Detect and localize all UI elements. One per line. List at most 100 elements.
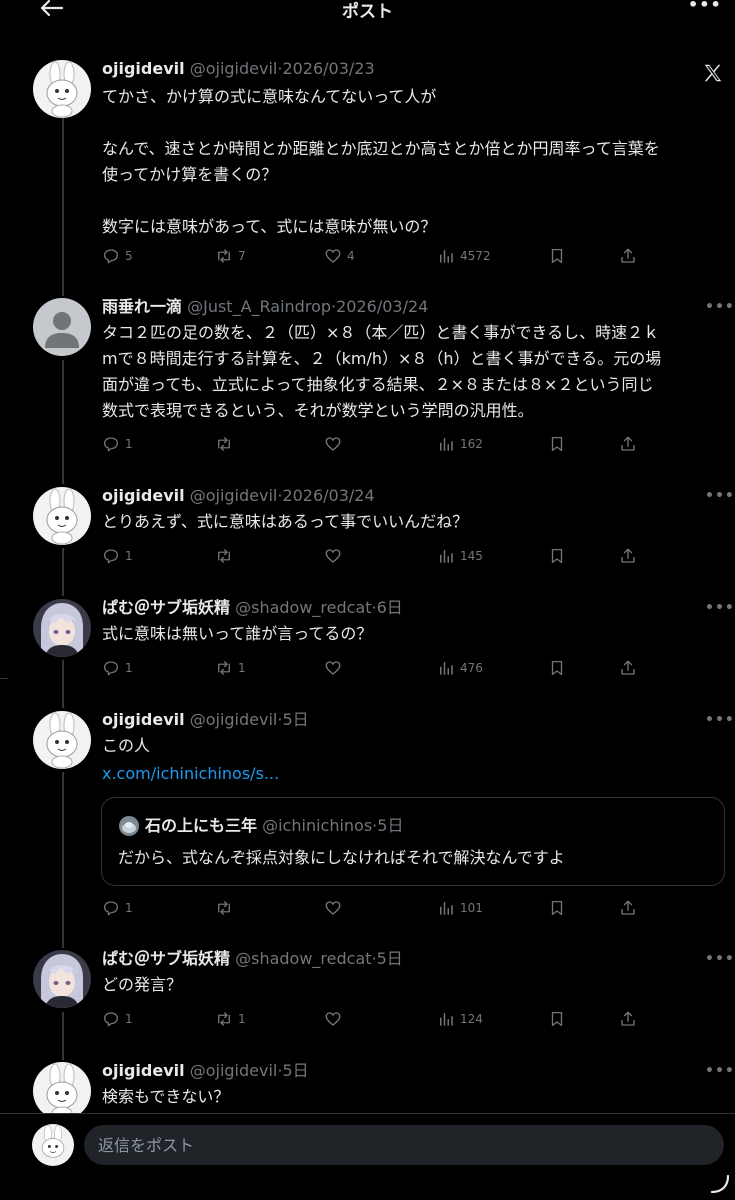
reply-button[interactable]: 1 [102, 658, 133, 678]
resize-handle-icon[interactable] [708, 1172, 732, 1196]
avatar[interactable] [33, 60, 91, 118]
more-horizontal-icon[interactable]: ••• [705, 601, 735, 615]
post-date[interactable]: 2026/03/24 [336, 297, 428, 316]
view-count: 124 [460, 1012, 483, 1026]
avatar[interactable] [33, 298, 91, 356]
heart-icon [325, 249, 341, 263]
display-name[interactable]: ojigidevil [102, 486, 185, 505]
like-button[interactable] [324, 546, 347, 566]
share-icon [621, 548, 635, 563]
share-button[interactable] [619, 246, 637, 266]
x-logo-icon [704, 64, 722, 82]
repost-button[interactable]: 1 [215, 658, 246, 678]
post-actions: 1 145 [102, 546, 662, 566]
avatar[interactable] [33, 487, 91, 545]
user-handle[interactable]: @Just_A_Raindrop [187, 297, 331, 316]
bookmark-icon [551, 436, 563, 452]
reply-count: 1 [125, 437, 133, 451]
reply-input[interactable] [84, 1125, 724, 1165]
avatar[interactable] [33, 1062, 91, 1120]
display-name[interactable]: 雨垂れ一滴 [102, 297, 182, 316]
repost-count: 1 [238, 661, 246, 675]
bookmark-button[interactable] [548, 246, 566, 266]
like-button[interactable] [324, 1009, 347, 1029]
post-date[interactable]: 5日 [377, 949, 403, 968]
quoted-post[interactable]: 石の上にも三年 @ichinichinos·5日 だから、式なんぞ採点対象にしな… [101, 797, 725, 886]
reply-icon [103, 437, 119, 452]
post-date[interactable]: 5日 [282, 710, 308, 729]
reply-button[interactable]: 1 [102, 434, 133, 454]
reply-button[interactable]: 1 [102, 1009, 133, 1029]
reply-count: 1 [125, 661, 133, 675]
views-button[interactable]: 124 [437, 1009, 483, 1029]
views-button[interactable]: 162 [437, 434, 483, 454]
more-horizontal-icon[interactable]: ••• [705, 300, 735, 314]
user-handle[interactable]: @ojigidevil [190, 710, 278, 729]
display-name[interactable]: ぱむ＠サブ垢妖精 [102, 598, 230, 617]
user-handle[interactable]: @shadow_redcat [235, 598, 371, 617]
post-date[interactable]: 6日 [377, 598, 403, 617]
current-user-avatar[interactable] [32, 1124, 74, 1166]
post-date[interactable]: 2026/03/23 [282, 59, 374, 78]
repost-button[interactable] [215, 546, 238, 566]
repost-button[interactable]: 7 [215, 246, 246, 266]
like-button[interactable] [324, 898, 347, 918]
quote-avatar[interactable] [119, 816, 139, 836]
thread-line [62, 548, 64, 596]
user-handle[interactable]: @ojigidevil [190, 59, 278, 78]
stone-avatar-icon [119, 816, 139, 836]
views-button[interactable]: 101 [437, 898, 483, 918]
share-button[interactable] [619, 658, 637, 678]
more-horizontal-icon[interactable]: ••• [705, 713, 735, 727]
more-horizontal-icon[interactable]: ••• [705, 1064, 735, 1078]
bookmark-button[interactable] [548, 658, 566, 678]
post-text: この人 [102, 736, 151, 755]
share-button[interactable] [619, 1009, 637, 1029]
repost-button[interactable]: 1 [215, 1009, 246, 1029]
display-name[interactable]: ぱむ＠サブ垢妖精 [102, 949, 230, 968]
bookmark-button[interactable] [548, 1009, 566, 1029]
avatar[interactable] [33, 711, 91, 769]
reply-composer-bar [0, 1113, 735, 1200]
bookmark-button[interactable] [548, 898, 566, 918]
user-handle[interactable]: @shadow_redcat [235, 949, 371, 968]
like-button[interactable]: 4 [324, 246, 355, 266]
share-button[interactable] [619, 898, 637, 918]
thread-line [62, 360, 64, 484]
avatar[interactable] [33, 599, 91, 657]
thread-line [62, 660, 64, 708]
reply-button[interactable]: 1 [102, 546, 133, 566]
bookmark-button[interactable] [548, 434, 566, 454]
more-horizontal-icon[interactable]: ••• [705, 489, 735, 503]
post-link[interactable]: x.com/ichinichinos/s... [102, 761, 279, 787]
user-handle[interactable]: @ojigidevil [190, 486, 278, 505]
views-chart-icon [440, 662, 453, 675]
display-name[interactable]: ojigidevil [102, 710, 185, 729]
views-button[interactable]: 145 [437, 546, 483, 566]
views-button[interactable]: 4572 [437, 246, 491, 266]
reply-button[interactable]: 1 [102, 898, 133, 918]
display-name[interactable]: ojigidevil [102, 1061, 185, 1080]
repost-button[interactable] [215, 898, 238, 918]
post-date[interactable]: 2026/03/24 [282, 486, 374, 505]
repost-button[interactable] [215, 434, 238, 454]
reply-icon [103, 549, 119, 564]
post-header: 雨垂れ一滴 @Just_A_Raindrop·2026/03/24 [102, 296, 428, 318]
share-button[interactable] [619, 546, 637, 566]
avatar[interactable] [33, 950, 91, 1008]
like-button[interactable] [324, 658, 347, 678]
post-date[interactable]: 5日 [282, 1061, 308, 1080]
post-actions: 1 101 [102, 898, 662, 918]
reply-count: 1 [125, 1012, 133, 1026]
bookmark-button[interactable] [548, 546, 566, 566]
reply-button[interactable]: 5 [102, 246, 133, 266]
more-horizontal-icon[interactable]: ••• [705, 952, 735, 966]
heart-icon [325, 437, 341, 451]
display-name[interactable]: ojigidevil [102, 59, 185, 78]
like-button[interactable] [324, 434, 347, 454]
share-button[interactable] [619, 434, 637, 454]
views-button[interactable]: 476 [437, 658, 483, 678]
views-chart-icon [440, 902, 453, 915]
more-horizontal-icon[interactable]: ••• [688, 0, 722, 13]
user-handle[interactable]: @ojigidevil [190, 1061, 278, 1080]
